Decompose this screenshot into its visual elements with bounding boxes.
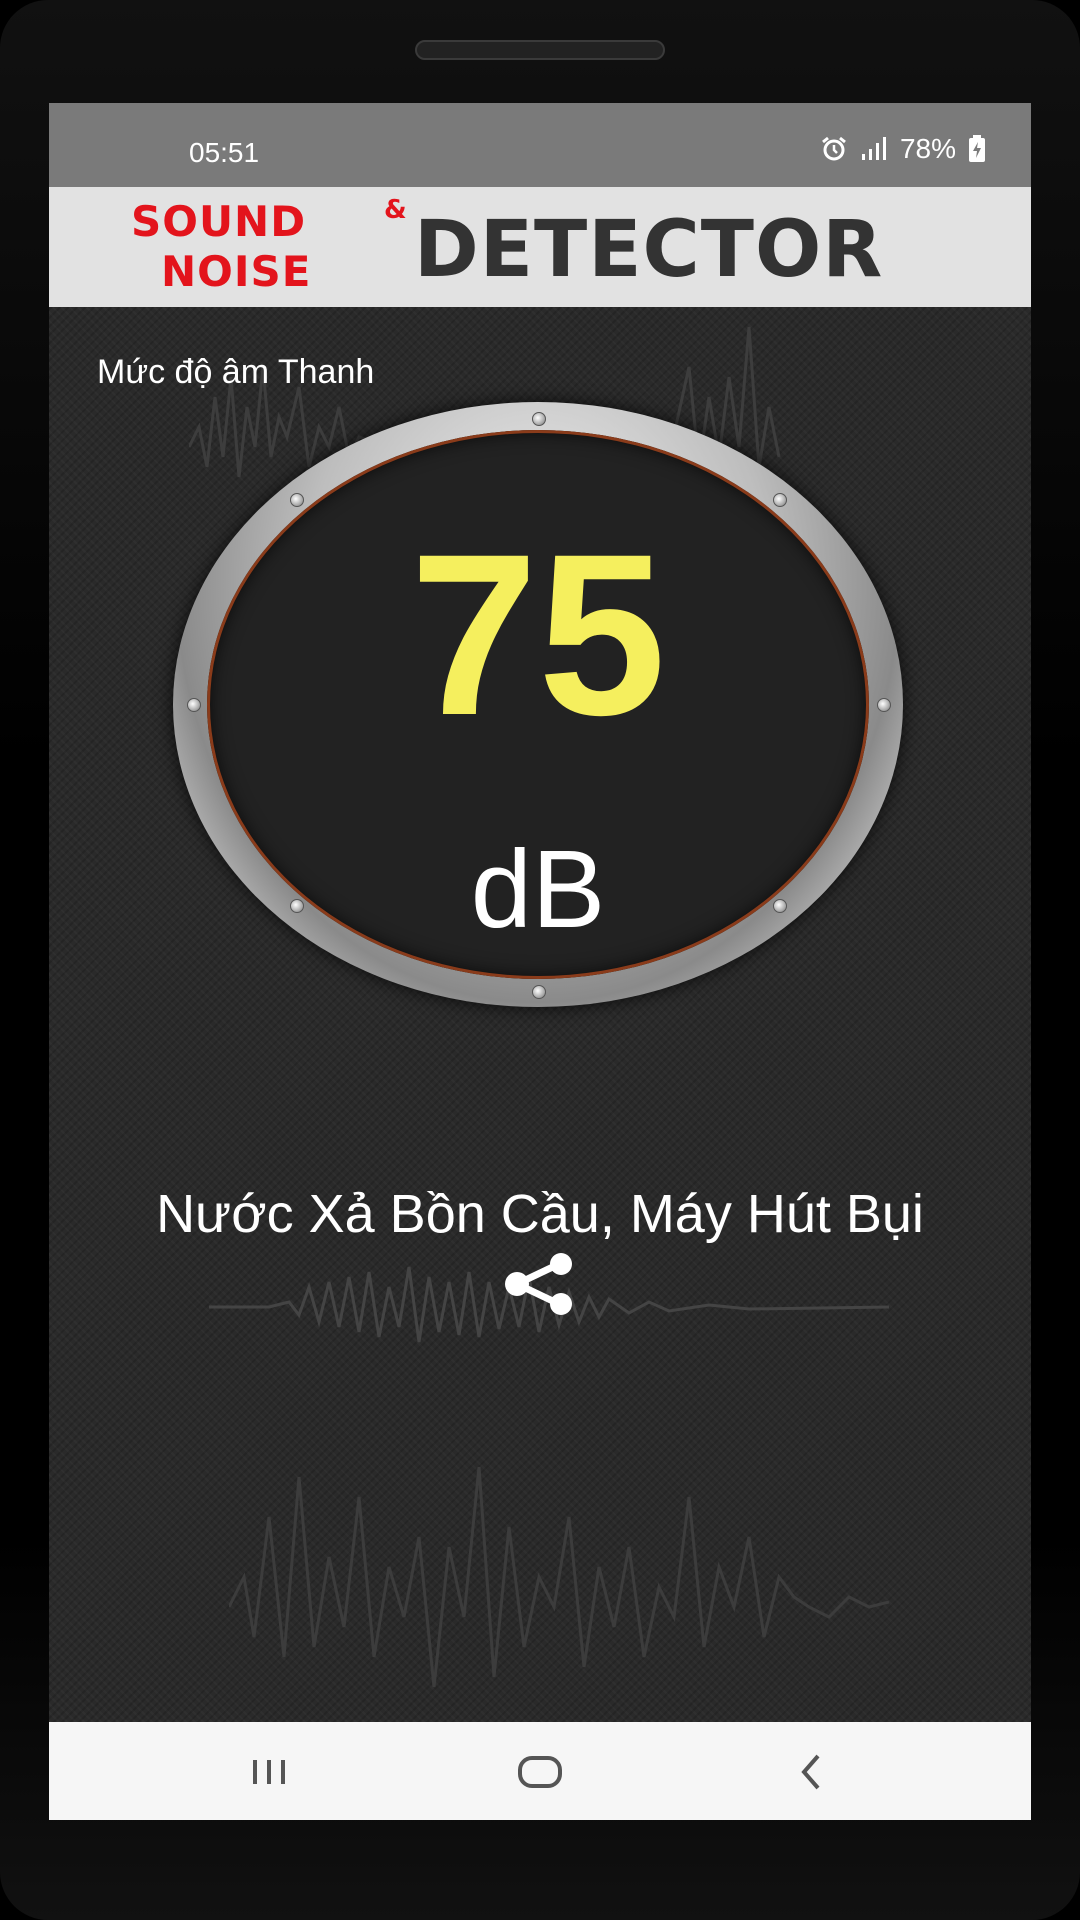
bezel-screw [773, 493, 787, 507]
db-unit: dB [470, 828, 606, 951]
app-screen: 05:51 78% SOUND & NOISE DETECTOR Mức độ … [49, 103, 1031, 1820]
status-bar: 05:51 78% [49, 103, 1031, 187]
signal-icon [861, 137, 886, 160]
noise-comparison-text: Nước Xả Bồn Cầu, Máy Hút Bụi [156, 1184, 924, 1244]
db-meter-bezel: 75 dB [173, 402, 903, 1007]
system-navigation-bar [49, 1722, 1031, 1820]
alarm-icon [822, 136, 846, 161]
db-value: 75 [410, 506, 666, 763]
bezel-screw [532, 412, 546, 426]
logo-detector-text: DETECTOR [414, 205, 884, 295]
db-meter-face: 75 dB [207, 430, 869, 979]
app-logo-banner: SOUND & NOISE DETECTOR [49, 187, 1031, 307]
battery-charging-icon [969, 135, 985, 162]
bezel-screw [877, 698, 891, 712]
recents-icon[interactable] [239, 1746, 299, 1796]
meter-panel: Mức độ âm Thanh 75 dB Nước Xả Bồn Cầu, M… [49, 307, 1031, 1722]
share-icon[interactable] [501, 1252, 581, 1316]
speaker-grille [415, 40, 665, 60]
logo-ampersand: & [384, 195, 407, 225]
bezel-screw [290, 493, 304, 507]
phone-frame: 05:51 78% SOUND & NOISE DETECTOR Mức độ … [0, 0, 1080, 1920]
back-icon[interactable] [780, 1746, 840, 1796]
battery-percent: 78% [899, 133, 956, 164]
status-time: 05:51 [189, 137, 260, 168]
status-icons: 78% [820, 133, 986, 165]
background-waveform-bottom [229, 1466, 889, 1688]
home-icon[interactable] [510, 1746, 570, 1796]
bezel-screw [187, 698, 201, 712]
logo-noise-text: NOISE [161, 247, 312, 296]
bezel-screw [532, 985, 546, 999]
sound-level-label: Mức độ âm Thanh [97, 353, 375, 391]
logo-sound-text: SOUND [131, 197, 307, 246]
